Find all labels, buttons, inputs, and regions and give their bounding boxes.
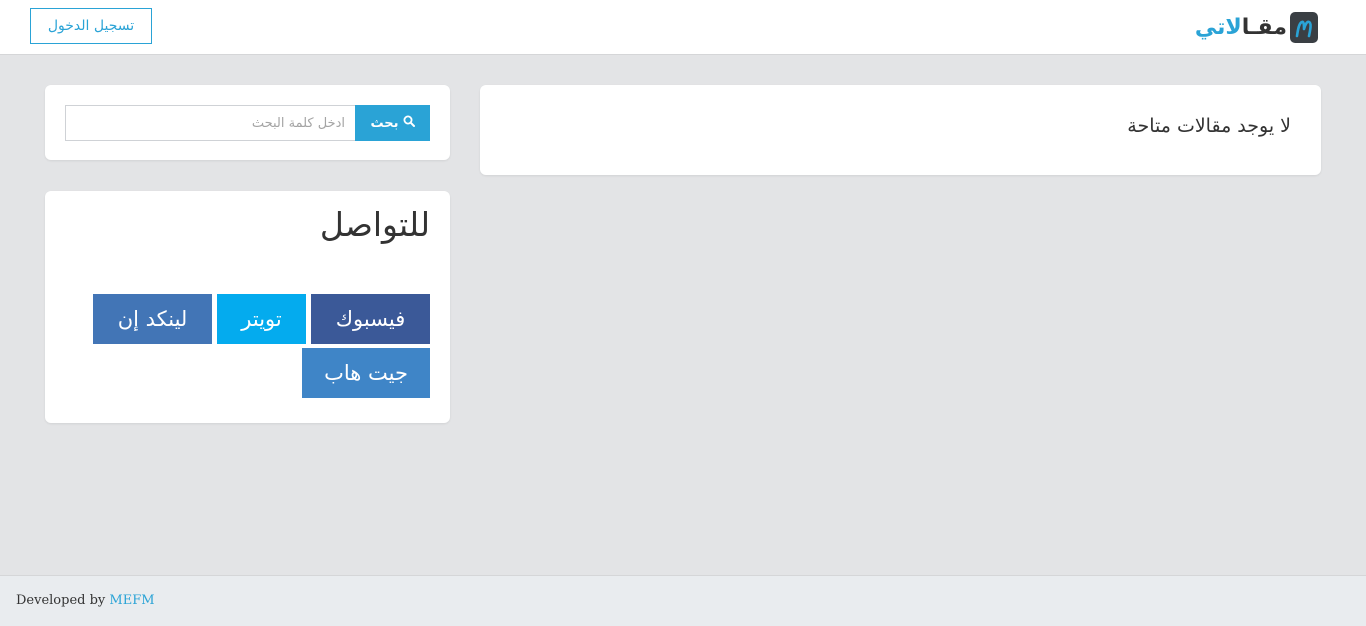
brand-name: مقـالاتي xyxy=(1195,13,1287,43)
empty-articles-message: لا يوجد مقالات متاحة xyxy=(1127,115,1291,137)
contact-title: للتواصل xyxy=(319,205,430,244)
brand-name-accent: لاتي xyxy=(1194,14,1242,40)
footer-credit: Developed by MEFM xyxy=(16,593,155,608)
articles-panel: لا يوجد مقالات متاحة xyxy=(480,85,1321,175)
navbar: تسجيل الدخول مقـالاتي xyxy=(0,0,1366,55)
twitter-button[interactable]: تويتر xyxy=(217,294,306,344)
search-icon xyxy=(403,115,415,131)
footer: Developed by MEFM xyxy=(0,575,1366,626)
facebook-button[interactable]: فيسبوك xyxy=(311,294,430,344)
brand-logo-link[interactable]: مقـالاتي xyxy=(1195,11,1318,44)
search-input[interactable] xyxy=(65,105,357,141)
developer-link[interactable]: MEFM xyxy=(109,593,154,608)
login-button[interactable]: تسجيل الدخول xyxy=(30,8,152,44)
footer-prefix: Developed by xyxy=(16,593,106,608)
brand-name-dark: مقـا xyxy=(1241,14,1287,40)
search-button-label: بحث xyxy=(370,115,399,131)
contact-panel: للتواصل فيسبوك تويتر لينكد إن جيت هاب xyxy=(45,191,450,423)
search-button[interactable]: بحث xyxy=(355,105,430,141)
github-button[interactable]: جيت هاب xyxy=(302,348,430,398)
linkedin-button[interactable]: لينكد إن xyxy=(93,294,212,344)
logo-m-icon xyxy=(1290,12,1318,43)
search-panel: بحث xyxy=(45,85,450,160)
